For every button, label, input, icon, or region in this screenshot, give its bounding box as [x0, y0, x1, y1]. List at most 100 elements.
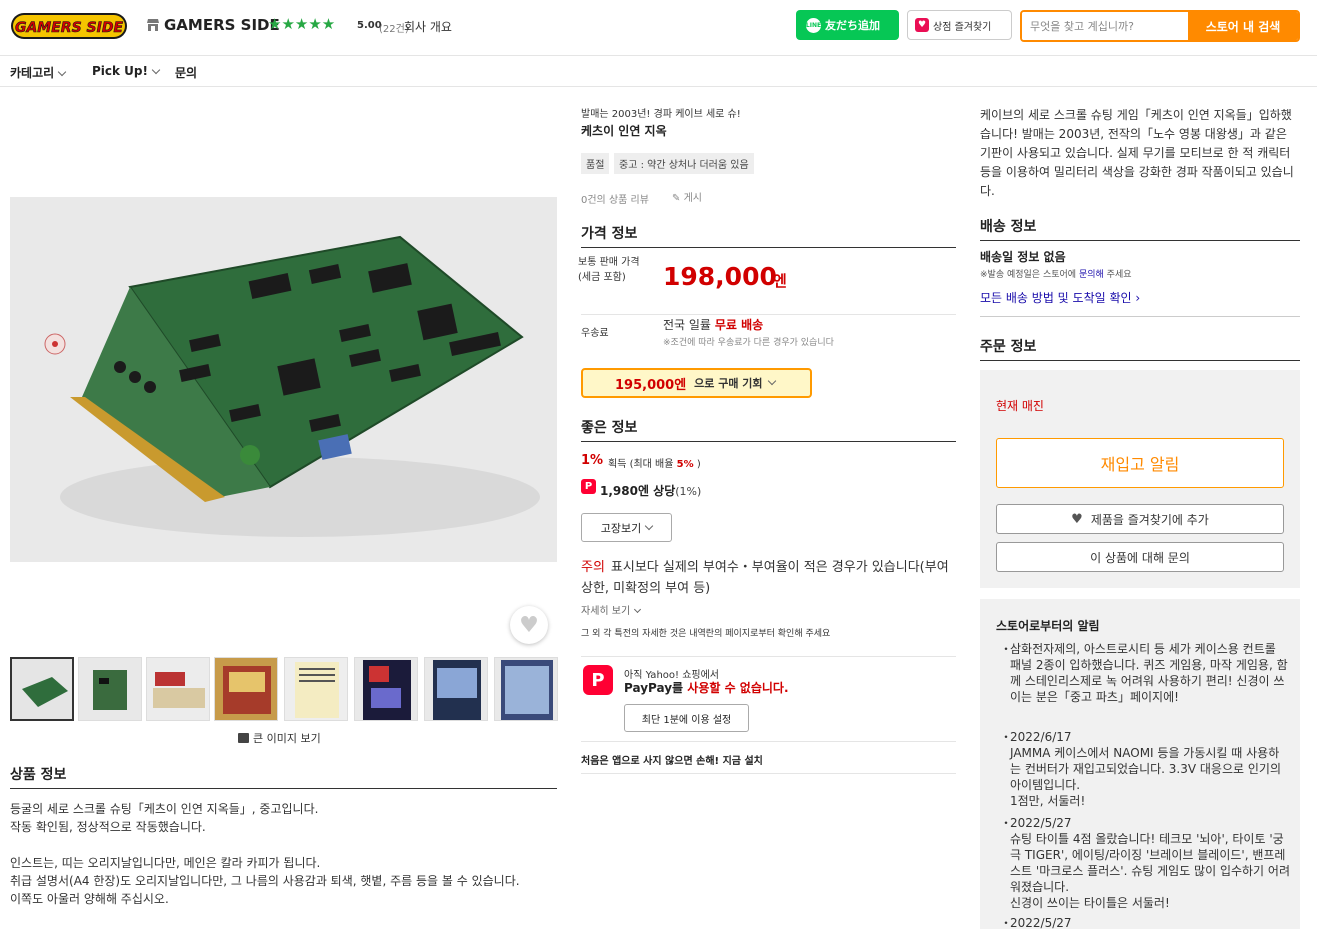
free-shipping-text: 무료 배송 — [714, 318, 764, 332]
product-review-link[interactable]: 0건의 상품 리뷰 — [581, 191, 649, 206]
paypay-points-value: 1,980엔 상당 — [600, 484, 676, 498]
divider — [581, 773, 956, 774]
details-link[interactable]: 자세히 보기 — [581, 602, 642, 617]
delivery-note-suffix: 주세요 — [1106, 270, 1132, 280]
shipping-prefix: 전국 일률 — [663, 318, 711, 332]
notice-item: ・ 2022/5/27 슈팅 타이틀 4점 올랐습니다! 테크모 '뇌아', 타이… — [1000, 815, 1290, 911]
nav-inquiry[interactable]: 문의 — [175, 64, 197, 81]
view-large-image-label: 큰 이미지 보기 — [253, 732, 321, 745]
bullet: ・ — [1000, 816, 1013, 830]
thumbnail[interactable] — [354, 657, 418, 721]
add-to-favorites-label: 제품을 즐겨찾기에 추가 — [1090, 512, 1209, 527]
product-title: 케츠이 인연 지옥 — [581, 124, 667, 138]
chevron-down-icon — [767, 376, 776, 386]
paypay-line2-highlight: 사용할 수 없습니다. — [687, 681, 789, 695]
notice-text: 2022/6/17 JAMMA 케이스에서 NAOMI 등을 가동시킬 때 사용… — [1010, 730, 1281, 808]
category-nav: 카테고리 Pick Up! 문의 — [0, 56, 1317, 87]
post-review-link[interactable]: ✎ 게시 — [672, 189, 702, 204]
product-description: 등굴의 세로 스크롤 슈팅「케츠이 인연 지옥들」, 중고입니다. 작동 확인됨… — [10, 800, 557, 908]
coupon-text: 으로 구매 기회 — [694, 377, 763, 390]
good-info-heading: 좋은 정보 — [581, 417, 956, 442]
store-notice-heading: 스토어로부터의 알림 — [996, 619, 1100, 633]
line-add-friend-button[interactable]: LINE 友だち追加 — [796, 10, 899, 40]
point-rate-text: 획득 (최대 배율 5% ) — [608, 455, 701, 470]
add-to-favorites-button[interactable]: ♥ 제품을 즐겨찾기에 추가 — [996, 504, 1284, 534]
divider — [980, 316, 1300, 317]
heart-icon: ♥ — [1071, 511, 1083, 527]
chevron-down-icon — [151, 65, 161, 75]
notice-item: ・ 2022/6/17 JAMMA 케이스에서 NAOMI 등을 가동시킬 때 사… — [1000, 729, 1290, 809]
shipping-fee: 전국 일률 무료 배송 — [663, 316, 763, 333]
notice-item: ・ 삼화전자제의, 아스트로시티 등 세가 케이스용 컨트롤 패널 2종이 입하했… — [1000, 641, 1290, 705]
delivery-methods-label: 모든 배송 방법 및 도착일 확인 — [980, 291, 1132, 305]
divider — [581, 314, 956, 315]
delivery-methods-link[interactable]: 모든 배송 방법 및 도착일 확인 › — [980, 289, 1140, 306]
point-rate-max: 5% — [676, 459, 694, 470]
view-large-image-link[interactable]: 큰 이미지 보기 — [238, 730, 321, 746]
favorite-store-button[interactable]: ♥ 상점 즐겨찾기 — [907, 10, 1012, 40]
nav-category-label: 카테고리 — [10, 66, 55, 80]
caution-notice: 주의 표시보다 실제의 부여수・부여율이 적은 경우가 있습니다(부여 상한, 미… — [581, 557, 956, 599]
point-rate: 1% — [581, 453, 604, 468]
store-name[interactable]: GAMERS SIDE — [164, 16, 280, 34]
store-icon — [146, 18, 160, 32]
rating-value: 5.00 — [357, 20, 382, 31]
line-add-friend-label: 友だち追加 — [825, 19, 880, 32]
app-install-link[interactable]: 처음은 앱으로 사지 않으면 손해! 지금 설치 — [581, 752, 763, 767]
thumbnail[interactable] — [78, 657, 142, 721]
notice-text: 2022/5/27 — [1010, 916, 1072, 929]
rating-stars: ★★★★★ — [268, 15, 336, 33]
delivery-inquiry-link[interactable]: 문의해 — [1079, 270, 1104, 280]
thumbnail[interactable] — [494, 657, 558, 721]
search-box: 스토어 내 검색 — [1020, 10, 1300, 42]
product-main-image[interactable] — [10, 197, 557, 562]
caution-label: 주의 — [581, 560, 605, 575]
search-input[interactable] — [1022, 12, 1188, 40]
description-line: 작동 확인됨, 정상적으로 작동했습니다. — [10, 820, 206, 834]
shipping-note: ※조건에 따라 우송료가 다른 경우가 있습니다 — [663, 338, 834, 348]
store-search-button[interactable]: 스토어 내 검색 — [1188, 12, 1298, 40]
favorite-heart-button[interactable]: ♥ — [510, 606, 548, 644]
product-info-heading: 상품 정보 — [10, 764, 557, 789]
condition-tag: 중고 : 약간 상처나 더러움 있음 — [614, 153, 754, 174]
nav-pickup[interactable]: Pick Up! — [92, 64, 161, 78]
thumbnail[interactable] — [10, 657, 74, 721]
point-rate-suffix: ) — [696, 459, 701, 470]
coupon-purchase-chance-button[interactable]: 195,000엔 으로 구매 기회 — [581, 368, 812, 398]
nav-category[interactable]: 카테고리 — [10, 64, 67, 81]
store-logo[interactable]: GAMERS SIDE — [10, 11, 128, 41]
thumbnail[interactable] — [424, 657, 488, 721]
point-rate-prefix: 획득 (최대 배율 — [608, 459, 674, 470]
notice-item: ・ 2022/5/27 — [1000, 915, 1290, 929]
description-line — [10, 836, 557, 854]
paypay-points-percent: (1%) — [675, 485, 702, 498]
paypay-line2: PayPay를 사용할 수 없습니다. — [624, 679, 789, 696]
header: GAMERS SIDE GAMERS SIDE ★★★★★ 5.00 (22건)… — [0, 0, 1317, 56]
coupon-price: 195,000엔 — [615, 377, 687, 393]
breakdown-button[interactable]: 고장보기 — [581, 513, 672, 542]
bullet: ・ — [1000, 916, 1013, 929]
delivery-info-heading: 배송 정보 — [980, 216, 1300, 241]
list-price-label: 보통 판매 가격 (세금 포함) — [578, 257, 640, 283]
image-icon — [238, 733, 249, 743]
other-perks-note: 그 외 각 특전의 자세한 것은 내역란의 페이지로부터 확인해 주세요 — [581, 629, 831, 639]
company-overview-link[interactable]: 회사 개요 — [404, 18, 452, 35]
thumbnail[interactable] — [284, 657, 348, 721]
paypay-icon: P — [581, 479, 596, 494]
soldout-status: 현재 매진 — [996, 399, 1044, 413]
shipping-label: 우송료 — [581, 328, 609, 339]
paypay-line2-prefix: PayPay를 — [624, 681, 684, 695]
svg-text:GAMERS SIDE: GAMERS SIDE — [15, 20, 123, 36]
restock-notify-button[interactable]: 재입고 알림 — [996, 438, 1284, 488]
paypay-points: 1,980엔 상당(1%) — [600, 482, 701, 499]
notice-text: 삼화전자제의, 아스트로시티 등 세가 케이스용 컨트롤 패널 2종이 입하했습… — [1010, 642, 1288, 704]
product-inquiry-button[interactable]: 이 상품에 대해 문의 — [996, 542, 1284, 572]
delivery-note: ※발송 예정일은 스토어에 문의해 주세요 — [980, 267, 1132, 280]
paypay-setup-button[interactable]: 최단 1분에 이용 설정 — [624, 704, 749, 732]
delivery-note-prefix: ※발송 예정일은 스토어에 — [980, 270, 1077, 280]
chevron-right-icon: › — [1135, 291, 1141, 305]
thumbnail[interactable] — [214, 657, 278, 721]
thumbnail[interactable] — [146, 657, 210, 721]
nav-pickup-label: Pick Up! — [92, 64, 148, 78]
chevron-down-icon — [57, 67, 67, 77]
